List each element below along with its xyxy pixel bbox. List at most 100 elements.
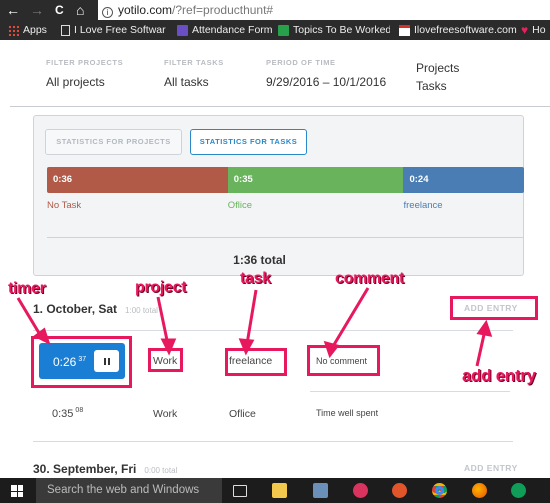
- bookmark-ilovefreesoftware[interactable]: Ilovefreesoftware.com: [399, 20, 517, 40]
- annotation-label-project: project: [135, 279, 187, 296]
- view-switch: Projects Tasks: [416, 59, 459, 95]
- timer-minutes: 0:26: [53, 355, 77, 369]
- windows-start-icon[interactable]: [11, 485, 23, 497]
- windows-taskbar: Search the web and Windows: [0, 478, 550, 503]
- segment-labels: No Task Oflice freelance: [47, 200, 524, 214]
- arrow-add-entry: [475, 329, 487, 367]
- bookmarks-bar: Apps I Love Free Software Attendance For…: [0, 20, 550, 40]
- arrowhead-comment: [323, 340, 340, 359]
- annotation-label-add-entry: add entry: [462, 366, 536, 385]
- url-host: yotilo.com: [118, 3, 173, 17]
- pause-icon-bar: [107, 357, 110, 365]
- apps-grid-icon: [8, 24, 19, 36]
- annotation-label-task: task: [240, 270, 271, 287]
- entry-project[interactable]: Work: [153, 408, 177, 420]
- entry-seconds: 08: [75, 407, 84, 414]
- day-total: 1:00 total: [125, 306, 158, 315]
- entry-duration[interactable]: 0:35 08: [52, 407, 83, 420]
- arrow-project: [156, 296, 170, 346]
- divider: [33, 441, 513, 442]
- hangouts-icon[interactable]: [511, 483, 526, 498]
- segment-label-office: Oflice: [227, 200, 253, 211]
- arrowhead-add-entry: [476, 319, 493, 337]
- tab-statistics-tasks[interactable]: STATISTICS FOR TASKS: [190, 129, 307, 155]
- arrowhead-project: [160, 338, 177, 356]
- home-icon[interactable]: ⌂: [76, 1, 84, 19]
- divider: [310, 391, 510, 392]
- segment-no-task: 0:36: [47, 167, 228, 193]
- bookmark-label: Topics To Be Worked: [293, 24, 390, 36]
- pause-button[interactable]: [94, 350, 119, 372]
- period-of-time[interactable]: PERIOD OF TIME 9/29/2016 – 10/1/2016: [266, 58, 386, 89]
- segment-label-freelance: freelance: [403, 200, 443, 211]
- task-view-icon[interactable]: [233, 485, 247, 497]
- arrowhead-task: [238, 338, 255, 356]
- filter-projects-value[interactable]: All projects: [46, 75, 123, 89]
- media-app-icon[interactable]: [353, 483, 368, 498]
- heart-icon: ♥: [521, 23, 529, 37]
- arrowhead-timer: [33, 327, 51, 345]
- back-arrow-icon[interactable]: ←: [6, 1, 20, 19]
- filter-tasks-label: FILTER TASKS: [164, 58, 224, 67]
- taskbar-search[interactable]: Search the web and Windows: [36, 478, 222, 503]
- firefox-icon[interactable]: [472, 483, 487, 498]
- timer-seconds: 37: [78, 356, 87, 363]
- address-bar[interactable]: i yotilo.com/?ref=producthunt#: [98, 0, 550, 20]
- entry-task[interactable]: freelance: [229, 355, 272, 367]
- tab-statistics-projects[interactable]: STATISTICS FOR PROJECTS: [45, 129, 182, 155]
- annotation-label-timer: timer: [8, 280, 46, 297]
- entry-minutes: 0:35: [52, 408, 74, 420]
- bookmark-label: Ilovefreesoftware.com: [414, 24, 517, 36]
- bookmark-label: Attendance Form: [192, 24, 273, 36]
- bookmark-label: Ho: [532, 24, 546, 36]
- timer-display: 0:26 37: [53, 355, 86, 369]
- url-path: /?ref=producthunt#: [172, 3, 274, 17]
- entry-task[interactable]: Oflice: [229, 408, 256, 420]
- app-icon[interactable]: [313, 483, 328, 498]
- bookmark-label: Apps: [23, 24, 47, 36]
- filter-tasks[interactable]: FILTER TASKS All tasks: [164, 58, 224, 89]
- info-icon[interactable]: i: [102, 7, 113, 18]
- bookmark-apps[interactable]: Apps: [8, 20, 47, 40]
- bookmark-ho[interactable]: ♥ Ho: [521, 20, 546, 40]
- sheets-icon: [278, 24, 289, 36]
- filter-projects[interactable]: FILTER PROJECTS All projects: [46, 58, 123, 89]
- forward-arrow-icon[interactable]: →: [30, 1, 44, 19]
- entry-comment[interactable]: No comment: [316, 356, 367, 366]
- add-entry-button[interactable]: ADD ENTRY: [464, 303, 518, 313]
- filter-tasks-value[interactable]: All tasks: [164, 75, 224, 89]
- day-total: 0:00 total: [144, 466, 178, 475]
- period-value[interactable]: 9/29/2016 – 10/1/2016: [266, 75, 386, 89]
- arrow-comment: [330, 287, 370, 349]
- file-explorer-icon[interactable]: [272, 483, 287, 498]
- entry-comment[interactable]: Time well spent: [316, 408, 378, 418]
- entry-project[interactable]: Work: [153, 355, 177, 367]
- pause-icon: [103, 357, 106, 365]
- bookmark-attendance-form[interactable]: Attendance Form: [177, 20, 273, 40]
- divider: [33, 330, 513, 331]
- running-timer[interactable]: 0:26 37: [39, 343, 125, 379]
- reload-icon[interactable]: C: [55, 1, 64, 19]
- game-app-icon[interactable]: [392, 483, 407, 498]
- bookmark-label: I Love Free Software: [74, 24, 166, 36]
- time-distribution-bar: 0:36 0:35 0:24: [47, 167, 524, 193]
- chrome-icon[interactable]: [432, 483, 447, 498]
- bookmark-topics[interactable]: Topics To Be Worked: [278, 20, 390, 40]
- segment-label-no-task: No Task: [47, 200, 82, 211]
- divider: [47, 237, 524, 238]
- bookmark-i-love-free-software[interactable]: I Love Free Software: [61, 20, 166, 40]
- filters-bar: FILTER PROJECTS All projects FILTER TASK…: [0, 40, 550, 106]
- view-projects-link[interactable]: Projects: [416, 59, 459, 77]
- segment-freelance: 0:24: [403, 167, 524, 193]
- segment-office: 0:35: [227, 167, 404, 193]
- add-entry-button[interactable]: ADD ENTRY: [464, 463, 518, 473]
- page-icon: [61, 24, 70, 36]
- forms-icon: [177, 24, 188, 36]
- day-header: 30. September, Fri 0:00 total: [33, 462, 177, 476]
- gmail-icon: [399, 24, 410, 36]
- period-label: PERIOD OF TIME: [266, 58, 336, 67]
- view-tasks-link[interactable]: Tasks: [416, 77, 459, 95]
- divider: [10, 106, 550, 107]
- filter-projects-label: FILTER PROJECTS: [46, 58, 124, 67]
- arrow-task: [245, 289, 258, 345]
